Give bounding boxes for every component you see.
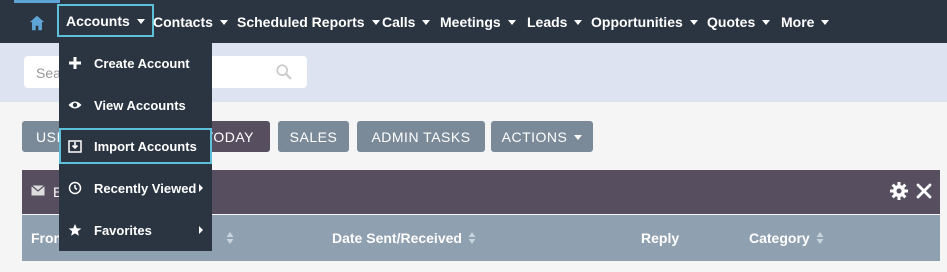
chevron-down-icon — [821, 20, 830, 25]
history-icon — [67, 180, 83, 196]
column-date-label: Date Sent/Received — [332, 230, 462, 246]
nav-more[interactable]: More — [781, 0, 830, 43]
mail-icon — [31, 185, 45, 196]
top-navigation-bar: Accounts Contacts Scheduled Reports Call… — [0, 0, 947, 43]
tab-admin-tasks[interactable]: ADMIN TASKS — [357, 121, 485, 152]
column-date-sent-received[interactable]: Date Sent/Received — [332, 230, 476, 246]
chevron-right-icon — [199, 226, 203, 234]
close-icon[interactable] — [915, 182, 933, 200]
menu-item-label: Favorites — [94, 222, 152, 238]
nav-meetings[interactable]: Meetings — [440, 0, 516, 43]
nav-quotes[interactable]: Quotes — [707, 0, 771, 43]
home-button[interactable] — [14, 0, 60, 43]
search-placeholder: Sea — [36, 65, 61, 81]
column-category-label: Category — [749, 230, 810, 246]
menu-item-recently-viewed[interactable]: Recently Viewed — [59, 170, 212, 206]
chevron-down-icon — [574, 20, 583, 25]
chevron-down-icon — [689, 20, 698, 25]
nav-contacts-label: Contacts — [153, 13, 213, 30]
sort-icon — [816, 232, 824, 244]
nav-opportunities-label: Opportunities — [591, 13, 683, 30]
chevron-down-icon — [219, 20, 228, 25]
plus-icon — [67, 55, 83, 71]
home-icon — [29, 15, 45, 31]
menu-item-import-accounts[interactable]: Import Accounts — [59, 128, 212, 164]
column-category[interactable]: Category — [749, 230, 824, 246]
chevron-right-icon — [199, 184, 203, 192]
menu-item-view-accounts[interactable]: View Accounts — [59, 87, 212, 123]
nav-accounts-label: Accounts — [66, 12, 130, 29]
chevron-down-icon — [371, 20, 380, 25]
menu-item-create-account[interactable]: Create Account — [59, 45, 212, 81]
nav-scheduled-reports-label: Scheduled Reports — [237, 13, 365, 30]
column-reply[interactable]: Reply — [641, 230, 679, 246]
tab-usi-label: USI — [36, 128, 61, 145]
tab-usi[interactable]: USI — [22, 121, 62, 152]
tab-sales[interactable]: SALES — [278, 121, 349, 152]
chevron-down-icon — [507, 20, 516, 25]
import-icon — [67, 138, 83, 154]
nav-accounts[interactable]: Accounts — [57, 4, 154, 37]
menu-item-favorites[interactable]: Favorites — [59, 212, 212, 248]
star-icon — [67, 222, 83, 238]
chevron-down-icon — [422, 20, 431, 25]
column-reply-label: Reply — [641, 230, 680, 246]
menu-item-label: View Accounts — [94, 97, 186, 113]
chevron-down-icon — [762, 20, 771, 25]
nav-meetings-label: Meetings — [440, 13, 501, 30]
menu-item-label: Recently Viewed — [94, 180, 197, 196]
tab-admin-tasks-label: ADMIN TASKS — [371, 128, 471, 145]
nav-quotes-label: Quotes — [707, 13, 756, 30]
sort-icon — [468, 232, 476, 244]
nav-calls-label: Calls — [382, 13, 416, 30]
nav-opportunities[interactable]: Opportunities — [591, 0, 698, 43]
nav-contacts[interactable]: Contacts — [153, 0, 228, 43]
gear-icon[interactable] — [889, 181, 909, 201]
accounts-dropdown-menu: Create Account View Accounts Import Acco… — [59, 43, 212, 251]
nav-leads[interactable]: Leads — [527, 0, 583, 43]
search-icon[interactable] — [275, 63, 293, 81]
chevron-down-icon — [574, 135, 583, 140]
nav-more-label: More — [781, 13, 815, 30]
actions-label: ACTIONS — [501, 128, 568, 145]
nav-leads-label: Leads — [527, 13, 568, 30]
chevron-down-icon — [136, 19, 145, 24]
menu-item-label: Import Accounts — [94, 138, 197, 154]
sort-icon[interactable] — [226, 231, 234, 245]
nav-calls[interactable]: Calls — [382, 0, 431, 43]
actions-button[interactable]: ACTIONS — [491, 121, 593, 152]
tab-sales-label: SALES — [289, 128, 338, 145]
menu-item-label: Create Account — [94, 55, 190, 71]
nav-scheduled-reports[interactable]: Scheduled Reports — [237, 0, 380, 43]
eye-icon — [67, 97, 83, 113]
